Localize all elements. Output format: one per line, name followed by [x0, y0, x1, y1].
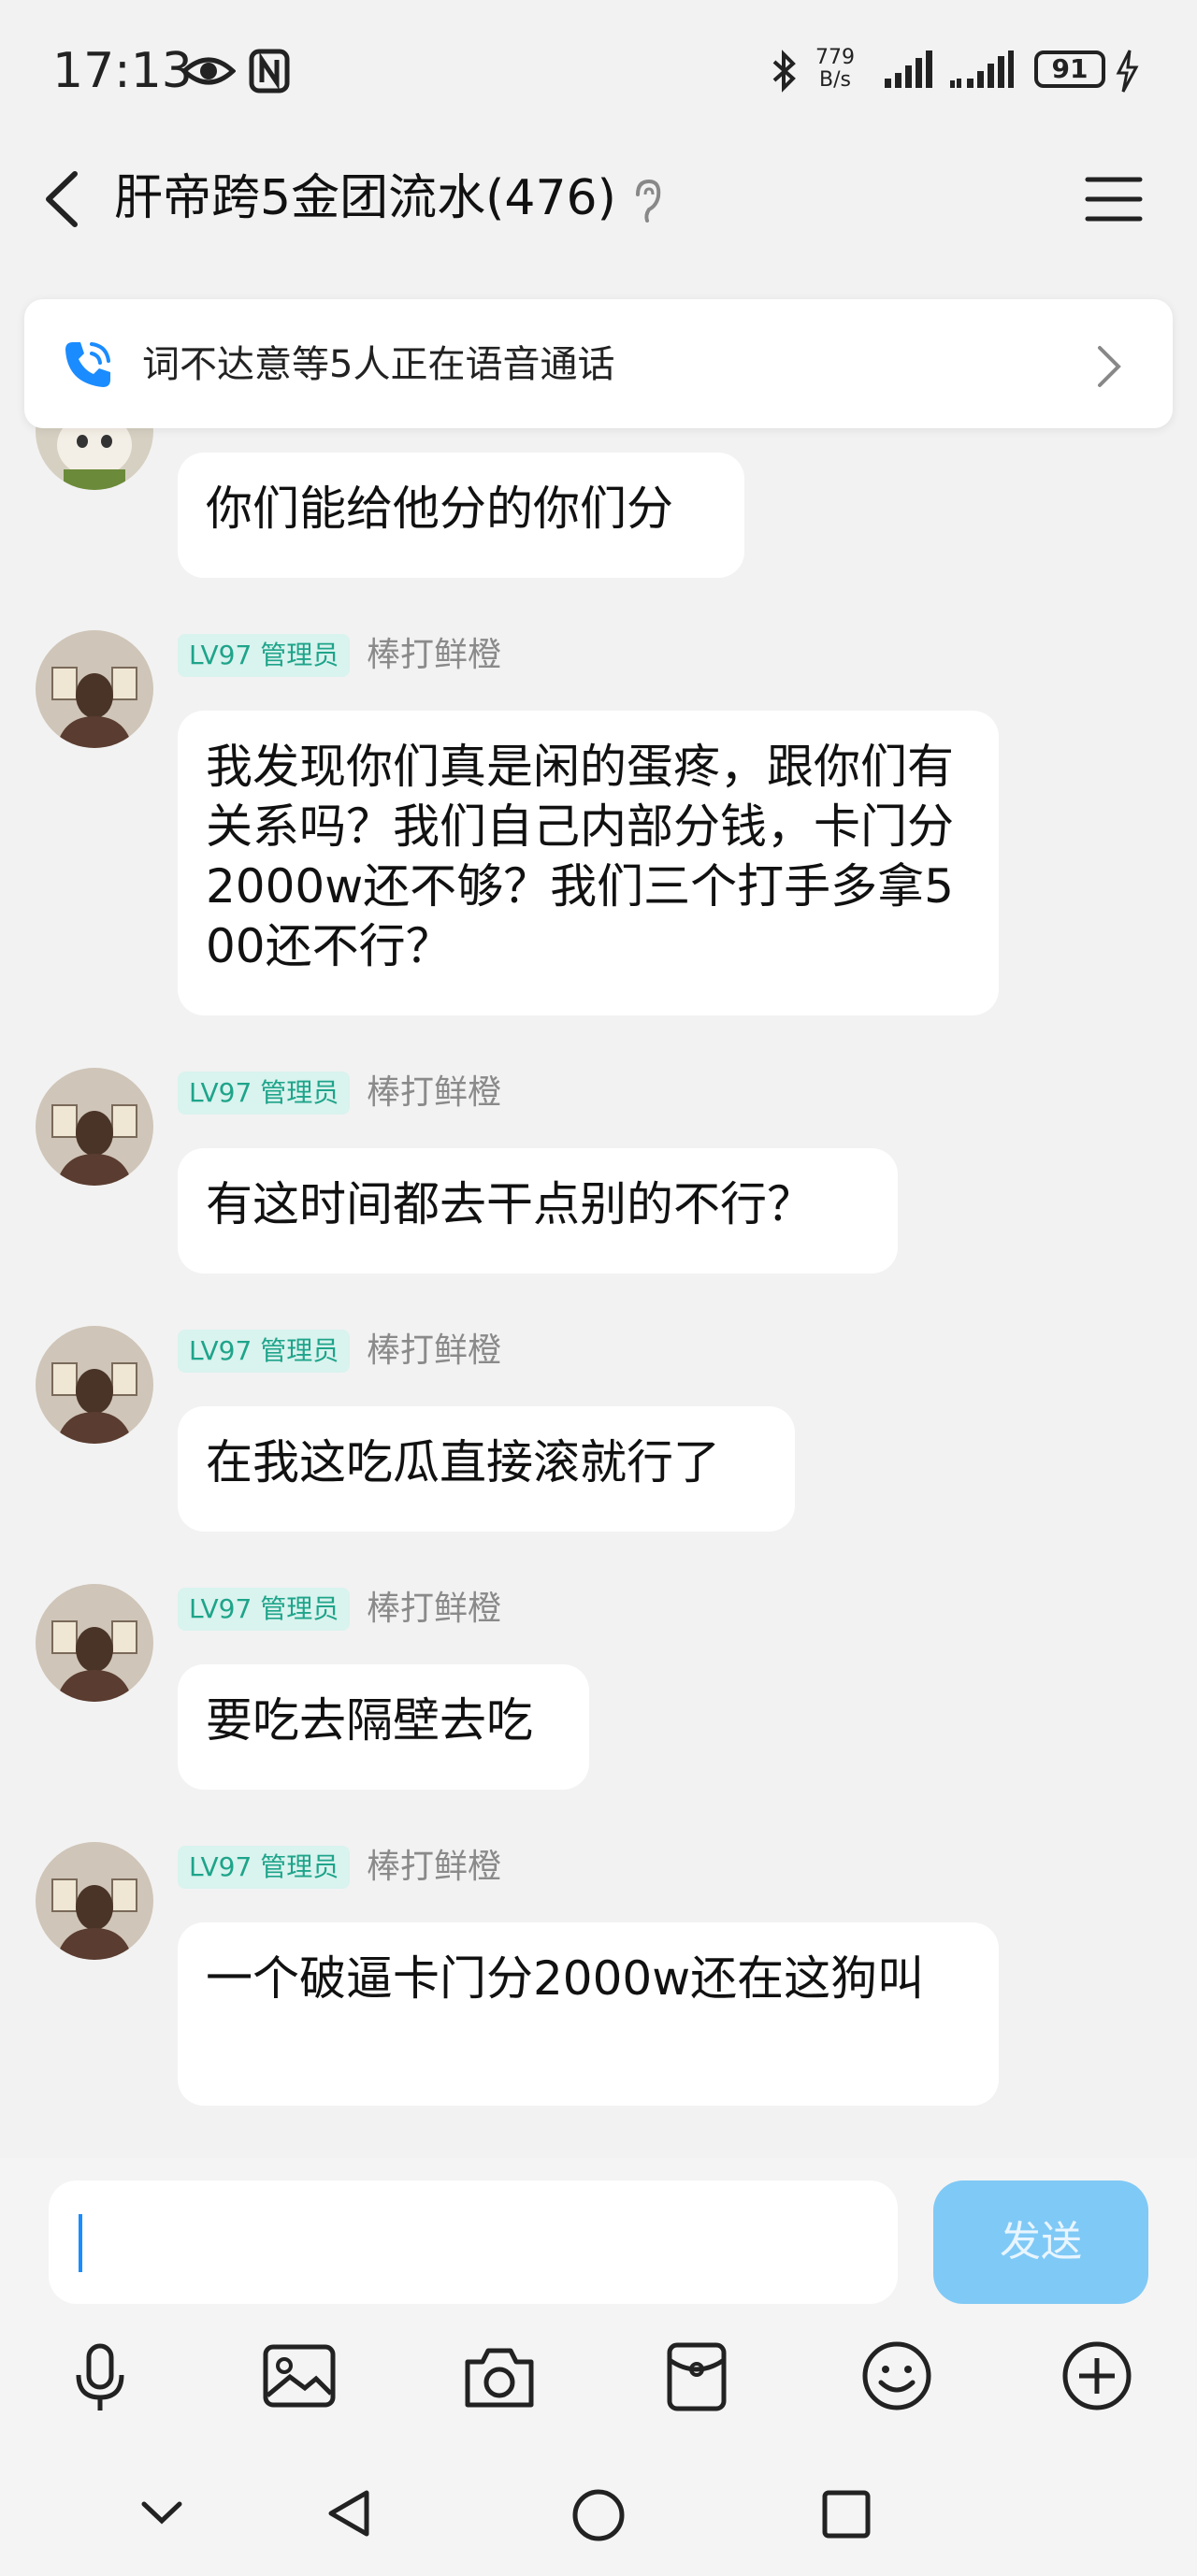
- camera-icon[interactable]: [462, 2343, 537, 2411]
- net-speed-value: 779: [815, 46, 855, 69]
- status-time: 17:13: [52, 43, 193, 99]
- microphone-icon[interactable]: [73, 2343, 127, 2414]
- page-title: 肝帝跨5金团流水(476): [114, 170, 616, 226]
- ear-icon[interactable]: [632, 178, 662, 224]
- level-badge: LV97 管理员: [178, 1330, 351, 1373]
- menu-icon[interactable]: [1085, 174, 1143, 224]
- avatar[interactable]: [36, 1584, 153, 1702]
- message-bubble: 你们能给他分的你们分: [178, 453, 744, 578]
- plus-icon[interactable]: [1060, 2339, 1133, 2412]
- back-triangle-icon[interactable]: [324, 2487, 376, 2540]
- image-icon[interactable]: [262, 2343, 337, 2411]
- message-bubble: 要吃去隔壁去吃: [178, 1664, 589, 1790]
- send-button[interactable]: 发送: [933, 2180, 1148, 2304]
- battery-indicator: 91: [1034, 50, 1105, 88]
- charging-icon: [1116, 50, 1139, 93]
- user-avatar-icon: [36, 1068, 153, 1186]
- message-bubble: 我发现你们真是闲的蛋疼，跟你们有关系吗？我们自己内部分钱，卡门分2000w还不够…: [178, 711, 999, 1015]
- home-circle-icon[interactable]: [570, 2487, 627, 2543]
- signal-icon-2: [950, 50, 1014, 88]
- message-bubble: 有这时间都去干点别的不行？: [178, 1148, 898, 1274]
- avatar[interactable]: [36, 630, 153, 748]
- avatar[interactable]: [36, 1068, 153, 1186]
- level-badge: LV97 管理员: [178, 1072, 351, 1115]
- net-speed: 779 B/s: [815, 47, 855, 92]
- recents-square-icon[interactable]: [821, 2489, 872, 2540]
- back-icon[interactable]: [41, 168, 82, 230]
- net-speed-unit: B/s: [819, 68, 851, 92]
- red-packet-icon[interactable]: [666, 2341, 728, 2412]
- message-bubble: 一个破逼卡门分2000w还在这狗叫: [178, 1922, 999, 2106]
- message-input[interactable]: [49, 2180, 898, 2304]
- avatar[interactable]: [36, 1326, 153, 1444]
- sender-name[interactable]: 棒打鲜橙: [367, 1588, 501, 1631]
- collapse-icon[interactable]: [138, 2498, 185, 2526]
- user-avatar-icon: [36, 630, 153, 748]
- eye-icon: [181, 57, 236, 85]
- user-avatar-icon: [36, 1326, 153, 1444]
- emoji-icon[interactable]: [860, 2339, 933, 2412]
- user-avatar-icon: [36, 1842, 153, 1960]
- message-bubble: 在我这吃瓜直接滚就行了: [178, 1406, 795, 1532]
- level-badge: LV97 管理员: [178, 1846, 351, 1889]
- level-badge: LV97 管理员: [178, 634, 351, 677]
- avatar[interactable]: [36, 1842, 153, 1960]
- level-badge: LV97 管理员: [178, 1588, 351, 1631]
- phone-call-icon: [65, 342, 110, 387]
- nfc-icon: [249, 49, 290, 94]
- text-cursor: [79, 2214, 82, 2272]
- signal-icon: [885, 50, 932, 88]
- chevron-right-icon: [1098, 346, 1121, 387]
- sender-name[interactable]: 棒打鲜橙: [367, 1072, 501, 1115]
- sender-name[interactable]: 棒打鲜橙: [367, 634, 501, 677]
- sender-name[interactable]: 棒打鲜橙: [367, 1330, 501, 1373]
- user-avatar-icon: [36, 1584, 153, 1702]
- sender-name[interactable]: 棒打鲜橙: [367, 1846, 501, 1889]
- bluetooth-icon: [772, 50, 796, 93]
- voice-call-text: 词不达意等5人正在语音通话: [142, 343, 615, 386]
